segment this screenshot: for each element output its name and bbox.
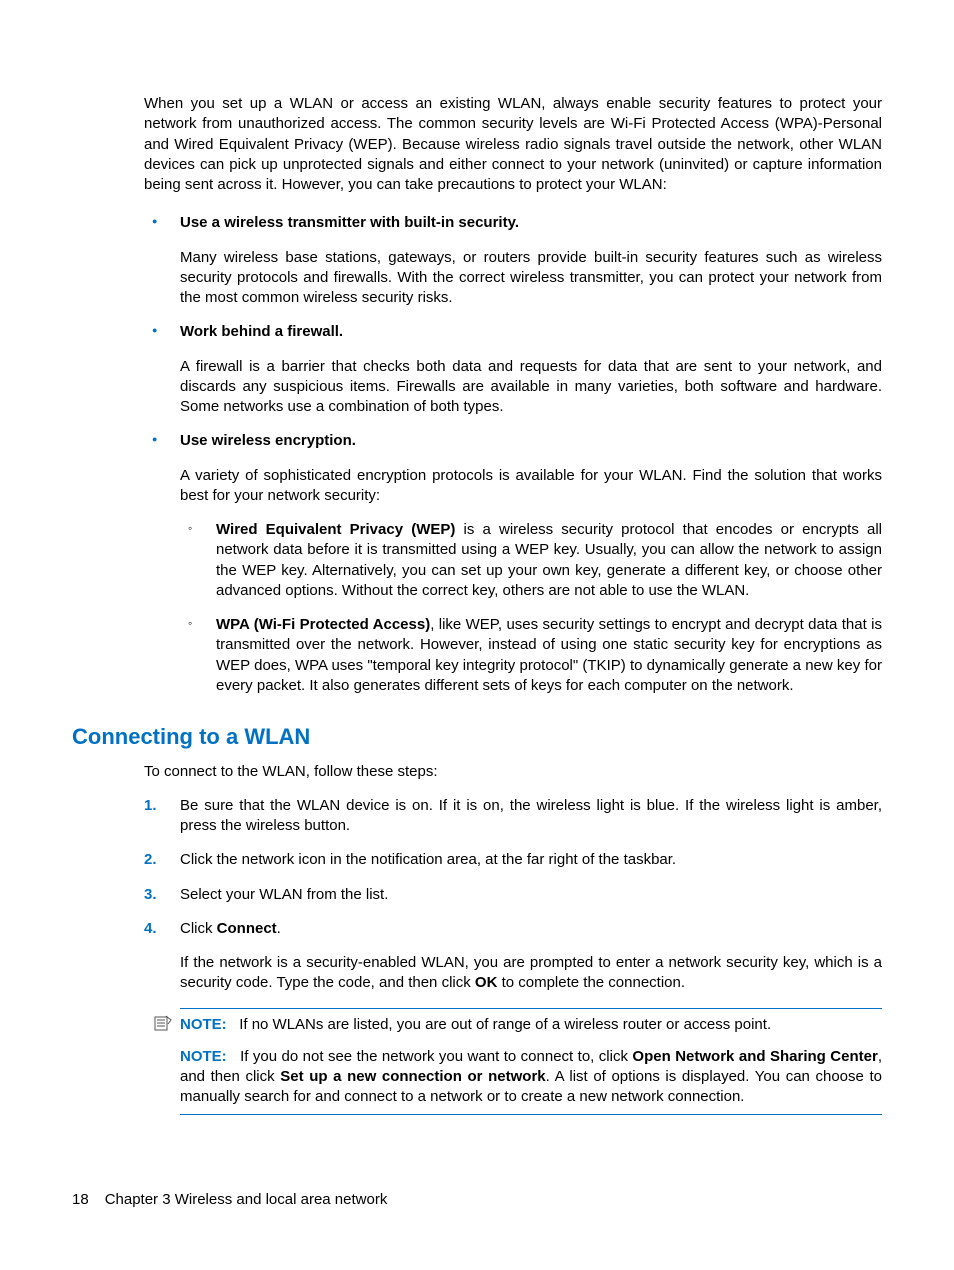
note-text: If no WLANs are listed, you are out of r… <box>239 1016 771 1033</box>
page-number: 18 <box>72 1190 89 1210</box>
chapter-label: Chapter 3 Wireless and local area networ… <box>105 1191 388 1208</box>
step-number: 1. <box>144 796 157 816</box>
step-bold: Connect <box>217 920 277 937</box>
security-tips-list: Use a wireless transmitter with built-in… <box>144 213 882 696</box>
tip-item: Use wireless encryption. A variety of so… <box>144 431 882 696</box>
tip-body: A variety of sophisticated encryption pr… <box>180 466 882 507</box>
tip-heading: Work behind a firewall. <box>180 323 343 340</box>
step-item: 3. Select your WLAN from the list. <box>144 885 882 905</box>
step-extra: If the network is a security-enabled WLA… <box>180 953 882 994</box>
note-icon <box>154 1015 172 1031</box>
step-number: 2. <box>144 850 157 870</box>
section-intro: To connect to the WLAN, follow these ste… <box>144 762 882 782</box>
step-text: Click the network icon in the notificati… <box>180 851 676 868</box>
step-text-pre: Click <box>180 920 217 937</box>
note-row: NOTE: If you do not see the network you … <box>180 1047 882 1108</box>
step-item: 4. Click Connect. If the network is a se… <box>144 919 882 994</box>
tip-item: Use a wireless transmitter with built-in… <box>144 213 882 308</box>
step-number: 4. <box>144 919 157 939</box>
step-item: 2. Click the network icon in the notific… <box>144 850 882 870</box>
tip-body: Many wireless base stations, gateways, o… <box>180 248 882 309</box>
encryption-sublist: Wired Equivalent Privacy (WEP) is a wire… <box>180 520 882 696</box>
steps-list: 1. Be sure that the WLAN device is on. I… <box>144 796 882 994</box>
tip-body: A firewall is a barrier that checks both… <box>180 357 882 418</box>
page: When you set up a WLAN or access an exis… <box>0 0 954 1270</box>
extra-post: to complete the connection. <box>497 974 685 991</box>
note-pre: If you do not see the network you want t… <box>240 1048 632 1065</box>
tip-heading: Use a wireless transmitter with built-in… <box>180 214 519 231</box>
note-block: NOTE: If no WLANs are listed, you are ou… <box>180 1008 882 1115</box>
step-item: 1. Be sure that the WLAN device is on. I… <box>144 796 882 837</box>
body-content: When you set up a WLAN or access an exis… <box>144 94 882 696</box>
sub-item: WPA (Wi-Fi Protected Access), like WEP, … <box>180 615 882 696</box>
sub-bold: WPA (Wi-Fi Protected Access) <box>216 616 430 633</box>
step-text: Select your WLAN from the list. <box>180 886 388 903</box>
intro-paragraph: When you set up a WLAN or access an exis… <box>144 94 882 195</box>
step-text: Be sure that the WLAN device is on. If i… <box>180 797 882 834</box>
step-number: 3. <box>144 885 157 905</box>
note-label: NOTE: <box>180 1048 227 1065</box>
step-text-post: . <box>277 920 281 937</box>
section-content: To connect to the WLAN, follow these ste… <box>144 762 882 1115</box>
note-label: NOTE: <box>180 1016 227 1033</box>
note-bold: Set up a new connection or network <box>280 1068 545 1085</box>
tip-item: Work behind a firewall. A firewall is a … <box>144 322 882 417</box>
sub-item: Wired Equivalent Privacy (WEP) is a wire… <box>180 520 882 601</box>
tip-heading: Use wireless encryption. <box>180 432 356 449</box>
sub-bold: Wired Equivalent Privacy (WEP) <box>216 521 455 538</box>
section-heading: Connecting to a WLAN <box>72 722 882 752</box>
note-bold: Open Network and Sharing Center <box>632 1048 877 1065</box>
note-row: NOTE: If no WLANs are listed, you are ou… <box>180 1015 882 1035</box>
page-footer: 18 Chapter 3 Wireless and local area netw… <box>72 1190 387 1210</box>
extra-bold: OK <box>475 974 498 991</box>
